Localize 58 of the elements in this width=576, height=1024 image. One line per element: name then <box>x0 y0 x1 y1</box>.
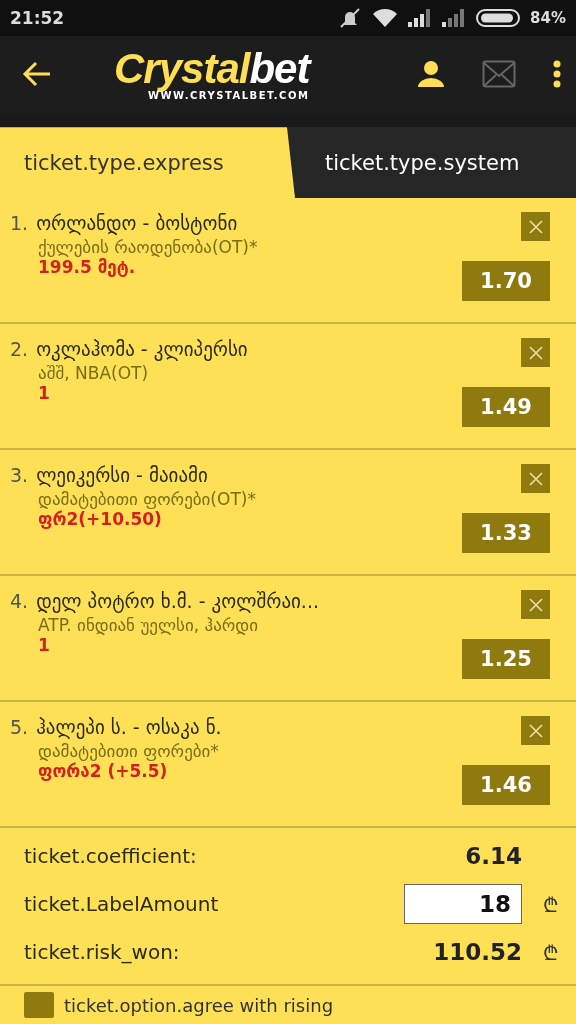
remove-button[interactable] <box>521 338 550 367</box>
bet-number: 5. <box>10 716 29 738</box>
market-name: ATP. ინდიან უელსი, ჰარდი <box>38 615 259 635</box>
close-icon <box>527 596 544 613</box>
match-name: ოკლაჰომა - კლიპერსი <box>36 338 248 360</box>
remove-button[interactable] <box>521 590 550 619</box>
odds-value: 1.70 <box>462 261 550 301</box>
more-menu-icon[interactable] <box>552 60 562 89</box>
currency-sign: ₾ <box>542 939 558 966</box>
bet-number: 2. <box>10 338 29 360</box>
odds-value: 1.25 <box>462 639 550 679</box>
battery-icon <box>476 8 521 27</box>
coefficient-label: ticket.coefficient: <box>24 844 198 868</box>
remove-button[interactable] <box>521 464 550 493</box>
winnings-label: ticket.risk_won: <box>24 940 181 964</box>
logo: Crystalbet WWW.CRYSTALBET.COM <box>114 48 310 101</box>
close-icon <box>527 470 544 487</box>
user-icon[interactable] <box>416 59 446 90</box>
coefficient-value: 6.14 <box>465 843 522 869</box>
remove-button[interactable] <box>521 212 550 241</box>
odds-value: 1.49 <box>462 387 550 427</box>
signal-icon <box>408 7 433 28</box>
winnings-value: 110.52 <box>433 939 522 965</box>
odds-value: 1.33 <box>462 513 550 553</box>
bet-pick: 1 <box>38 383 50 403</box>
bet-pick: ფრ2(+10.50) <box>38 509 162 529</box>
back-button[interactable] <box>22 61 52 88</box>
market-name: დამატებითი ფორები(OT)* <box>38 489 257 509</box>
wifi-icon <box>372 7 399 28</box>
match-name: ლეიკერსი - მაიამი <box>36 464 208 486</box>
amount-label: ticket.LabelAmount <box>24 892 220 916</box>
mail-icon[interactable] <box>482 60 516 89</box>
currency-sign: ₾ <box>542 891 558 918</box>
match-name: დელ პოტრო ხ.მ. - კოლშრაი... <box>36 590 319 612</box>
match-name: ორლანდო - ბოსტონი <box>36 212 238 234</box>
bet-pick: 199.5 მეტ. <box>38 257 136 277</box>
bet-number: 3. <box>10 464 29 486</box>
muted-bell-icon <box>338 6 363 29</box>
market-name: დამატებითი ფორები* <box>38 741 220 761</box>
close-icon <box>527 722 544 739</box>
odds-value: 1.46 <box>462 765 550 805</box>
bet-number: 1. <box>10 212 29 234</box>
tab[interactable]: ticket.type.express <box>0 127 295 198</box>
match-name: ჰალეპი ს. - ოსაკა ნ. <box>36 716 222 738</box>
close-icon <box>527 344 544 361</box>
checkbox[interactable] <box>24 992 54 1018</box>
remove-button[interactable] <box>521 716 550 745</box>
signal-icon <box>442 7 467 28</box>
bet-pick: ფორა2 (+5.5) <box>38 761 168 781</box>
amount-field[interactable]: 18 <box>404 884 522 924</box>
bet-number: 4. <box>10 590 29 612</box>
clock: 21:52 <box>10 7 65 28</box>
close-icon <box>527 218 544 235</box>
bet-pick: 1 <box>38 635 50 655</box>
option-label: ticket.option.agree with rising <box>64 994 334 1016</box>
market-name: აშშ, NBA(OT) <box>38 363 150 383</box>
market-name: ქულების რაოდენობა(OT)* <box>38 237 259 257</box>
battery-level: 84% <box>530 8 566 27</box>
